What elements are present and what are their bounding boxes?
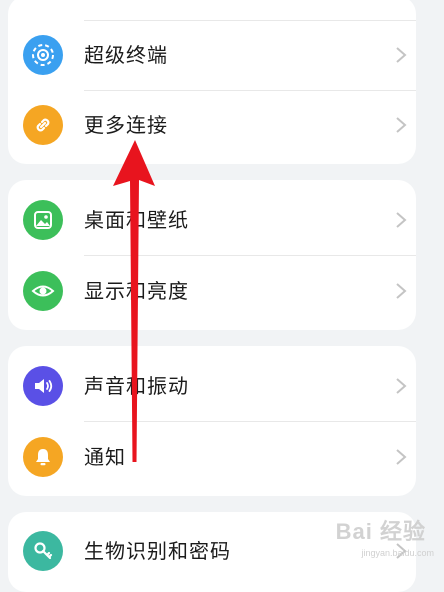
settings-item-label: 更多连接: [84, 113, 168, 137]
bell-icon: [23, 437, 63, 477]
settings-item-label: 桌面和壁纸: [84, 208, 189, 232]
settings-item-label: 显示和亮度: [84, 279, 189, 303]
chevron-right-icon: [396, 378, 407, 394]
chevron-right-icon: [396, 449, 407, 465]
speaker-icon: [23, 366, 63, 406]
settings-item-more-connections[interactable]: 更多连接: [8, 90, 416, 160]
watermark-logo: Bai 经验: [335, 519, 426, 544]
settings-item-label: 声音和振动: [84, 374, 189, 398]
settings-item-wallpaper[interactable]: 桌面和壁纸: [8, 185, 416, 255]
link-icon: [23, 105, 63, 145]
wallpaper-icon: [23, 200, 63, 240]
chevron-right-icon: [396, 283, 407, 299]
settings-item-label: 超级终端: [84, 43, 168, 67]
settings-group-connectivity: 超级终端 更多连接: [8, 0, 416, 164]
watermark-url: jingyan.baidu.com: [361, 548, 434, 558]
chevron-right-icon: [396, 47, 407, 63]
settings-group-display: 桌面和壁纸 显示和亮度: [8, 180, 416, 330]
chevron-right-icon: [396, 212, 407, 228]
key-icon: [23, 531, 63, 571]
settings-item-super-device[interactable]: 超级终端: [8, 20, 416, 90]
settings-item-label: 生物识别和密码: [84, 539, 231, 563]
super-device-icon: [23, 35, 63, 75]
chevron-right-icon: [396, 117, 407, 133]
settings-group-sound: 声音和振动 通知: [8, 346, 416, 496]
settings-item-display-brightness[interactable]: 显示和亮度: [8, 256, 416, 326]
settings-item-label: 通知: [84, 445, 126, 469]
eye-icon: [23, 271, 63, 311]
settings-item-sound-vibration[interactable]: 声音和振动: [8, 351, 416, 421]
settings-item-notifications[interactable]: 通知: [8, 422, 416, 492]
